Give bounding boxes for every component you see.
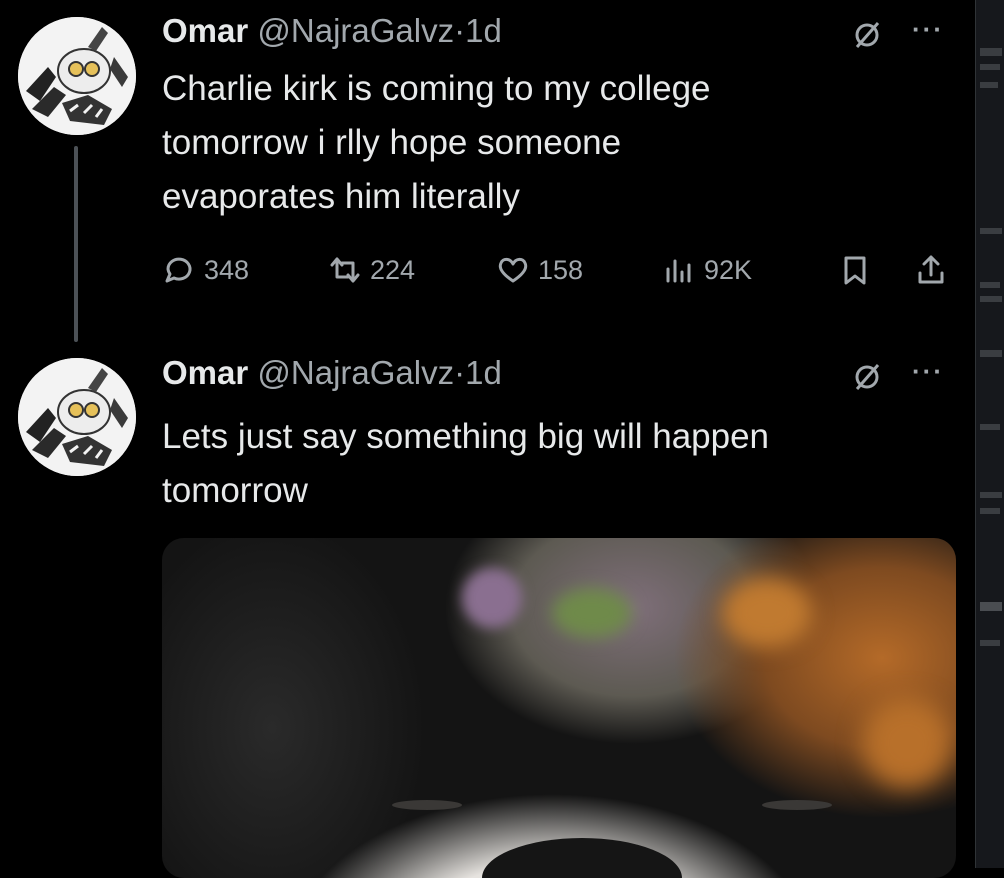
tweet-text-line: Charlie kirk is coming to my college <box>162 69 711 108</box>
dog-eye <box>392 800 462 810</box>
tweet-header: Omar @NajraGalvz·1d <box>162 12 502 50</box>
repost-icon <box>330 257 360 283</box>
sidebar-fragment <box>980 296 1002 302</box>
dog-eye <box>762 800 832 810</box>
tweet-text-line: evaporates him literally <box>162 177 520 216</box>
reply-button[interactable]: 348 <box>162 248 249 292</box>
like-button[interactable]: 158 <box>496 248 583 292</box>
sidebar-fragment <box>980 424 1000 430</box>
sidebar-fragment <box>980 640 1000 646</box>
flower-decoration <box>462 568 522 628</box>
share-icon <box>918 255 944 284</box>
repost-button[interactable]: 224 <box>328 248 415 292</box>
tweet-text-line: Lets just say something big will happen <box>162 417 770 456</box>
sidebar-fragment <box>980 508 1000 514</box>
reply-count: 348 <box>204 254 250 285</box>
sidebar-fragment <box>980 602 1002 611</box>
avatar-image <box>18 17 136 135</box>
user-handle[interactable]: @NajraGalvz <box>257 354 454 391</box>
timestamp[interactable]: 1d <box>465 354 502 391</box>
flower-decoration <box>722 578 812 648</box>
views-button[interactable]: 92K <box>662 248 752 292</box>
flower-decoration <box>552 588 632 638</box>
tweet-text: Charlie kirk is coming to my college tom… <box>162 62 711 224</box>
bookmark-icon <box>844 256 866 285</box>
more-icon[interactable]: ··· <box>912 14 944 45</box>
sidebar-fragment <box>980 282 1000 288</box>
tweet-text-line: tomorrow i rlly hope someone <box>162 123 622 162</box>
sidebar-fragment <box>980 350 1002 357</box>
sidebar-fragment <box>980 82 998 88</box>
tweet-actions: 348 224 158 92K <box>162 248 962 292</box>
sidebar-fragment <box>980 228 1002 234</box>
separator: · <box>454 12 466 49</box>
tweet-text-line: tomorrow <box>162 471 308 510</box>
tweet-header: Omar @NajraGalvz·1d <box>162 354 502 392</box>
display-name[interactable]: Omar <box>162 12 248 49</box>
sidebar-strip <box>975 0 1004 868</box>
share-button[interactable] <box>914 248 948 292</box>
thread-timeline: Omar @NajraGalvz·1d ··· Charlie kirk is … <box>0 0 975 878</box>
like-count: 158 <box>538 254 584 285</box>
repost-count: 224 <box>370 254 416 285</box>
sidebar-fragment <box>980 492 1002 498</box>
like-icon <box>498 257 528 283</box>
sidebar-fragment <box>980 64 1000 70</box>
sidebar-fragment <box>980 48 1002 56</box>
thread-connector-line <box>74 146 78 342</box>
timestamp[interactable]: 1d <box>465 12 502 49</box>
avatar[interactable] <box>18 358 136 476</box>
avatar[interactable] <box>18 17 136 135</box>
more-icon[interactable]: ··· <box>912 356 944 387</box>
user-handle[interactable]: @NajraGalvz <box>257 12 454 49</box>
grok-icon[interactable] <box>852 20 882 50</box>
flower-decoration <box>862 698 952 788</box>
grok-icon[interactable] <box>852 362 882 392</box>
views-icon <box>666 259 691 283</box>
tweet-text: Lets just say something big will happen … <box>162 410 769 518</box>
dog-nose <box>482 838 682 878</box>
tweet-media-image[interactable] <box>162 538 956 878</box>
display-name[interactable]: Omar <box>162 354 248 391</box>
reply-icon <box>165 257 192 283</box>
view-count: 92K <box>704 254 753 285</box>
bookmark-button[interactable] <box>838 248 872 292</box>
separator: · <box>454 354 466 391</box>
avatar-image <box>18 358 136 476</box>
